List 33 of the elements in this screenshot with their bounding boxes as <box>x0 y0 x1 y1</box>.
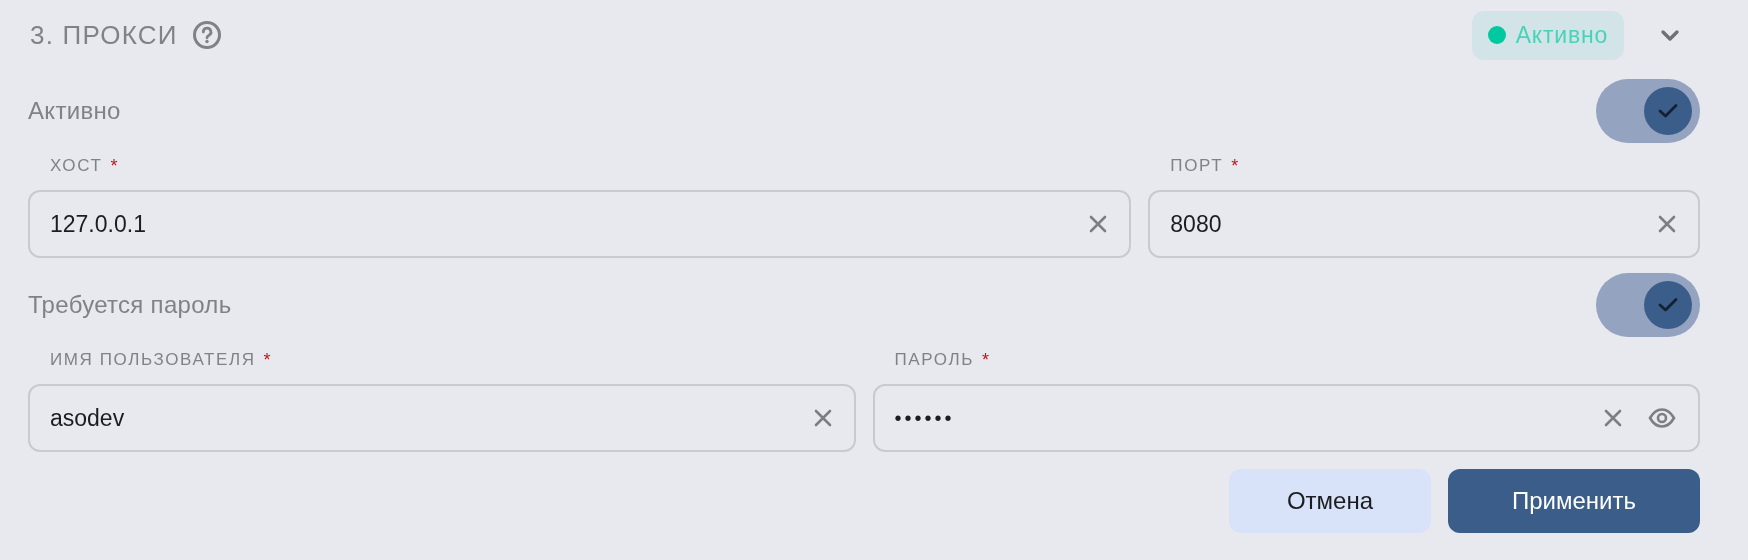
clear-icon <box>1089 215 1108 233</box>
clear-button[interactable] <box>1658 215 1676 233</box>
toggle-label: Активно <box>28 97 121 125</box>
input-field[interactable]: •••••• <box>872 384 1700 452</box>
input-field[interactable]: asodev <box>28 384 856 452</box>
cancel-button[interactable]: Отмена <box>1229 469 1431 533</box>
eye-icon <box>1648 408 1676 428</box>
expand-button[interactable] <box>1660 28 1680 42</box>
clear-icon <box>1604 409 1622 427</box>
clear-button[interactable] <box>1604 409 1622 427</box>
required-mark: * <box>263 349 273 371</box>
clear-button[interactable] <box>813 409 832 427</box>
clear-icon <box>1658 215 1676 233</box>
check-icon <box>1658 103 1678 119</box>
toggle-label: Требуется пароль <box>28 291 232 319</box>
field-label: ПОРТ <box>1170 156 1224 176</box>
apply-button[interactable]: Применить <box>1448 469 1700 533</box>
clear-icon <box>813 409 832 427</box>
field-label: ИМЯ ПОЛЬЗОВАТЕЛЯ <box>50 350 256 370</box>
required-mark: * <box>981 349 991 371</box>
help-icon[interactable] <box>191 20 222 50</box>
check-icon <box>1658 297 1678 313</box>
field-label: ХОСТ <box>50 156 103 176</box>
show-password-button[interactable] <box>1648 408 1676 428</box>
input-field[interactable]: 127.0.0.1 <box>28 190 1132 258</box>
required-mark: * <box>110 155 120 177</box>
section-title: 3. ПРОКСИ <box>29 19 178 51</box>
clear-button[interactable] <box>1089 215 1108 233</box>
input-field[interactable]: 8080 <box>1148 190 1700 258</box>
required-mark: * <box>1231 155 1240 177</box>
field-label: ПАРОЛЬ <box>894 350 974 370</box>
status-badge: Активно <box>1471 10 1624 60</box>
chevron-icon <box>1660 28 1680 42</box>
